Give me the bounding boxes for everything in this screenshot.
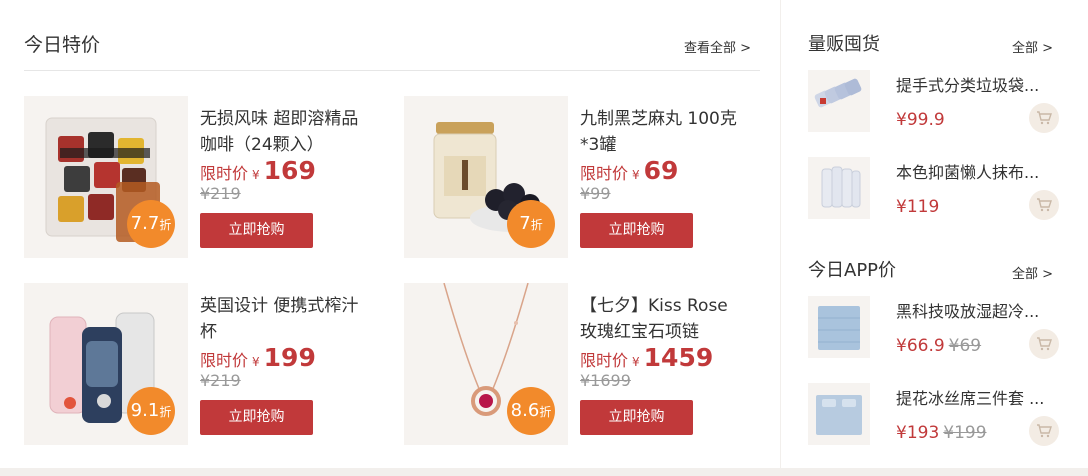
item-name[interactable]: 本色抑菌懒人抹布... [896, 159, 1056, 183]
item-price: ¥119 [896, 197, 940, 217]
buy-now-button[interactable]: 立即抢购 [200, 400, 313, 435]
view-all-link[interactable]: 查看全部 > [684, 37, 751, 56]
discount-badge: 8.6折 [507, 387, 555, 435]
item-price: ¥193 ¥199 [896, 423, 987, 443]
app-all-link[interactable]: 全部 > [1012, 263, 1053, 282]
sidebar-panel: 量贩囤货 全部 > 提手式分类垃圾袋... ¥99.9 本色抑菌懒人抹布... … [781, 0, 1088, 468]
original-price: ¥219 [200, 371, 241, 390]
bulk-item[interactable]: 本色抑菌懒人抹布... ¥119 [808, 157, 1078, 221]
buy-now-button[interactable]: 立即抢购 [580, 213, 693, 248]
product-card-juicer[interactable]: 9.1折 英国设计 便携式榨汁杯 限时价 ¥199 ¥219 立即抢购 [24, 283, 384, 445]
blue-quilt-image[interactable] [808, 296, 870, 358]
product-card-coffee[interactable]: 7.7折 无损风味 超即溶精品咖啡（24颗入） 限时价 ¥169 ¥219 立即抢… [24, 96, 384, 258]
cart-button[interactable] [1029, 103, 1059, 133]
bulk-all-link[interactable]: 全部 > [1012, 37, 1053, 56]
ice-silk-mat-image[interactable] [808, 383, 870, 445]
cart-button[interactable] [1029, 416, 1059, 446]
original-price: ¥219 [200, 184, 241, 203]
product-name[interactable]: 九制黑芝麻丸 100克*3罐 [580, 106, 745, 158]
discount-badge: 7.7折 [127, 200, 175, 248]
discount-badge: 9.1折 [127, 387, 175, 435]
item-name[interactable]: 提手式分类垃圾袋... [896, 72, 1056, 96]
price: 限时价 ¥69 [580, 156, 679, 185]
price: 限时价 ¥169 [200, 156, 316, 185]
today-special-panel: 今日特价 查看全部 > 7.7折 无损风味 超即溶精品咖啡（24颗入） 限时价 ¥… [0, 0, 780, 468]
item-price: ¥99.9 [896, 110, 945, 130]
cart-button[interactable] [1029, 329, 1059, 359]
cart-icon [1037, 424, 1052, 438]
cart-icon [1037, 198, 1052, 212]
product-name[interactable]: 无损风味 超即溶精品咖啡（24颗入） [200, 106, 365, 158]
app-item[interactable]: 黑科技吸放湿超冷... ¥66.9 ¥69 [808, 296, 1078, 360]
price: 限时价 ¥199 [200, 343, 316, 372]
product-card-necklace[interactable]: 8.6折 【七夕】Kiss Rose 玫瑰红宝石项链 限时价 ¥1459 ¥169… [404, 283, 764, 445]
item-price: ¥66.9 ¥69 [896, 336, 982, 356]
cart-button[interactable] [1029, 190, 1059, 220]
price: 限时价 ¥1459 [580, 343, 714, 372]
divider [24, 70, 760, 71]
buy-now-button[interactable]: 立即抢购 [580, 400, 693, 435]
item-name[interactable]: 黑科技吸放湿超冷... [896, 298, 1056, 322]
cart-icon [1037, 337, 1052, 351]
bulk-item[interactable]: 提手式分类垃圾袋... ¥99.9 [808, 70, 1078, 134]
trash-bags-image[interactable] [808, 70, 870, 132]
product-name[interactable]: 【七夕】Kiss Rose 玫瑰红宝石项链 [580, 293, 745, 345]
app-price-title: 今日APP价 [808, 260, 897, 281]
today-special-title: 今日特价 [24, 34, 101, 56]
app-item[interactable]: 提花冰丝席三件套 ... ¥193 ¥199 [808, 383, 1078, 447]
item-name[interactable]: 提花冰丝席三件套 ... [896, 385, 1056, 409]
original-price: ¥99 [580, 184, 611, 203]
bulk-title: 量贩囤货 [808, 34, 880, 55]
buy-now-button[interactable]: 立即抢购 [200, 213, 313, 248]
cloth-rolls-image[interactable] [808, 157, 870, 219]
cart-icon [1037, 111, 1052, 125]
original-price: ¥1699 [580, 371, 631, 390]
product-name[interactable]: 英国设计 便携式榨汁杯 [200, 293, 365, 345]
product-card-sesame[interactable]: 7折 九制黑芝麻丸 100克*3罐 限时价 ¥69 ¥99 立即抢购 [404, 96, 764, 258]
discount-badge: 7折 [507, 200, 555, 248]
